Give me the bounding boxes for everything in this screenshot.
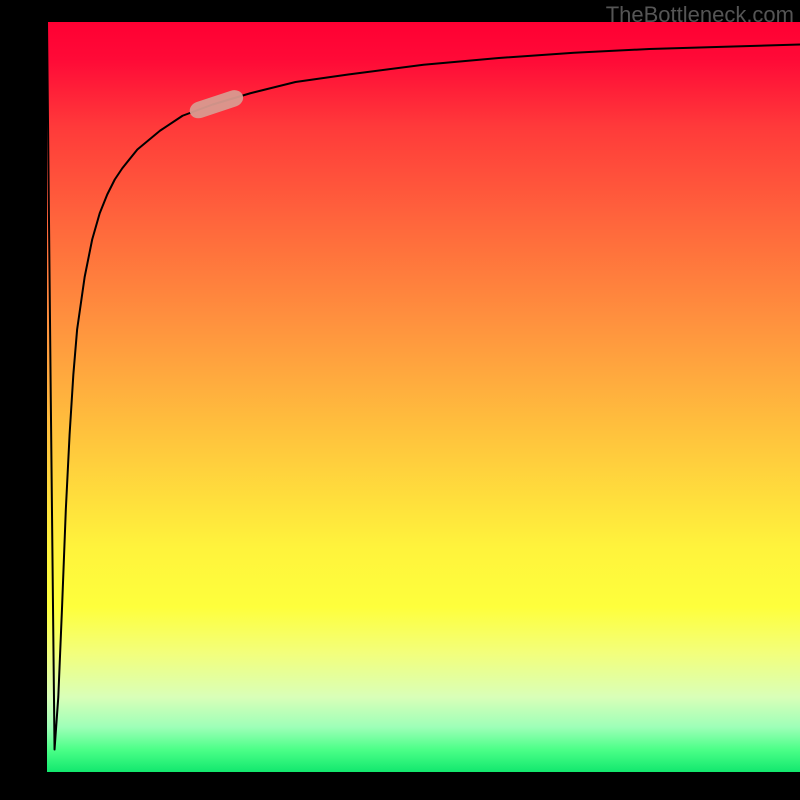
chart-svg — [47, 22, 800, 772]
plot-background — [47, 22, 800, 772]
watermark-text: TheBottleneck.com — [606, 2, 794, 28]
data-curve — [47, 22, 800, 750]
highlight-segment — [187, 88, 245, 121]
